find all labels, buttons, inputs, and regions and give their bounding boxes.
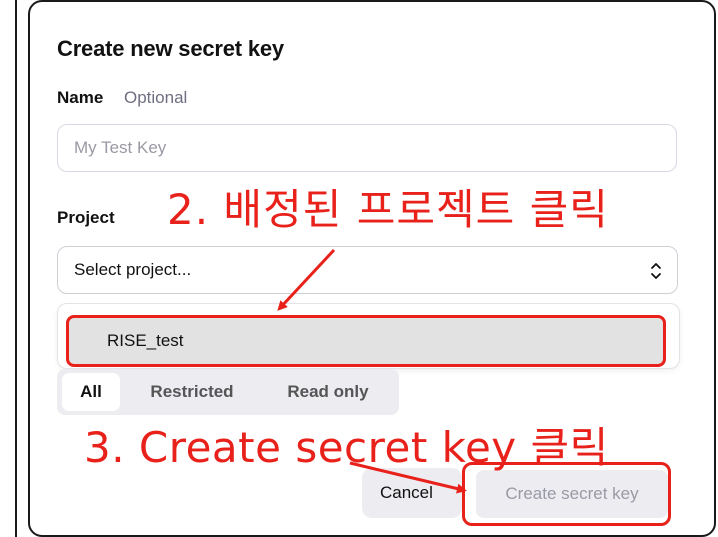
project-label: Project [57,208,115,227]
permission-tab-all[interactable]: All [62,373,120,411]
project-option-label: RISE_test [107,331,184,350]
permission-tab-read-only[interactable]: Read only [264,373,392,411]
annotation-step-2: 2. 배정된 프로젝트 클릭 [167,185,609,234]
permission-tab-restricted[interactable]: Restricted [128,373,256,411]
project-option-rise-test[interactable]: RISE_test [66,315,666,367]
project-select-value: Select project... [74,260,192,279]
annotation-step-3: 3. Create secret key 클릭 [84,423,609,472]
dialog-title: Create new secret key [57,36,284,61]
background-window-edge [0,0,17,537]
name-label: Name [57,88,104,107]
project-select[interactable]: Select project... [57,246,678,294]
name-optional-hint: Optional [124,88,188,107]
updown-chevron-icon [651,263,661,279]
name-input[interactable] [57,124,677,172]
cancel-button[interactable]: Cancel [362,468,462,518]
